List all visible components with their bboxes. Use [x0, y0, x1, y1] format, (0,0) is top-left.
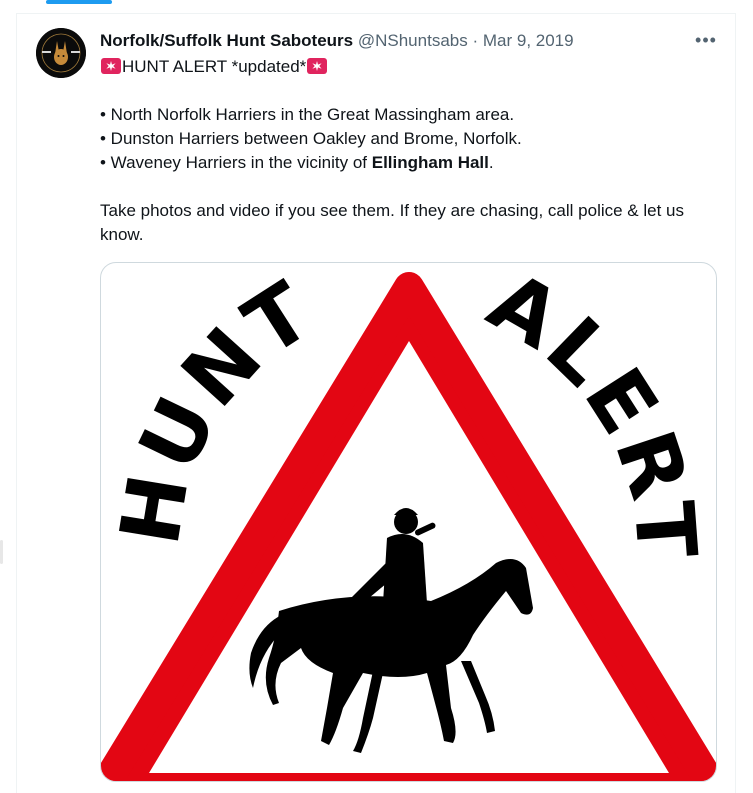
bullet-item: • Waveney Harriers in the vicinity of El…	[100, 151, 720, 175]
alert-title-line: HUNT ALERT *updated*	[100, 55, 720, 79]
location-highlight: Ellingham Hall	[371, 153, 489, 172]
tweet-text: HUNT ALERT *updated* • North Norfolk Har…	[100, 55, 720, 247]
tweet-header: Norfolk/Suffolk Hunt Saboteurs @NShuntsa…	[100, 30, 574, 52]
scroll-edge-marker	[0, 540, 3, 564]
bullet-suffix: .	[488, 153, 494, 172]
hare-logo-icon	[36, 28, 86, 78]
more-horizontal-icon[interactable]: •••	[694, 30, 718, 50]
hunt-alert-sign: HUNT ALERT	[101, 263, 716, 781]
active-tab-indicator	[46, 0, 112, 4]
police-siren-icon	[101, 58, 121, 74]
alert-title: HUNT ALERT *updated*	[122, 57, 307, 76]
bullet-item: • North Norfolk Harriers in the Great Ma…	[100, 105, 515, 124]
author-name[interactable]: Norfolk/Suffolk Hunt Saboteurs	[100, 31, 353, 50]
tweet-media-image[interactable]: HUNT ALERT	[100, 262, 717, 782]
author-handle[interactable]: @NShuntsabs	[358, 31, 468, 50]
tweet-date[interactable]: Mar 9, 2019	[483, 31, 574, 50]
bullet-prefix: • Waveney Harriers in the vicinity of	[100, 153, 372, 172]
bullet-item: • Dunston Harriers between Oakley and Br…	[100, 129, 522, 148]
police-siren-icon	[307, 58, 328, 74]
avatar[interactable]	[36, 28, 86, 78]
meta-separator: ·	[472, 31, 479, 50]
tweet-note: Take photos and video if you see them. I…	[100, 201, 685, 244]
